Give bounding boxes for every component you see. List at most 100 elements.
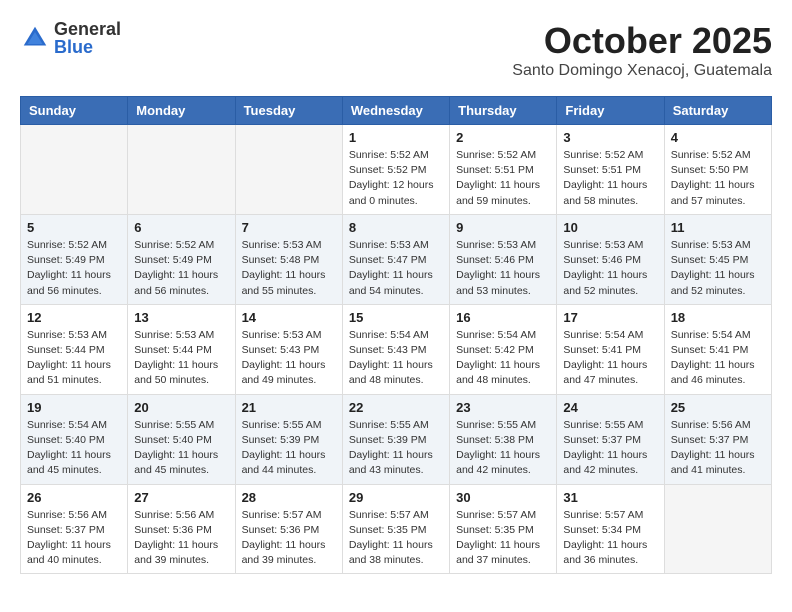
- calendar-cell: 27 Sunrise: 5:56 AM Sunset: 5:36 PM Dayli…: [128, 484, 235, 574]
- calendar-week-row: 5 Sunrise: 5:52 AM Sunset: 5:49 PM Daylig…: [21, 214, 772, 304]
- calendar-cell: 1 Sunrise: 5:52 AM Sunset: 5:52 PM Daylig…: [342, 125, 449, 215]
- calendar-week-row: 1 Sunrise: 5:52 AM Sunset: 5:52 PM Daylig…: [21, 125, 772, 215]
- day-info: Sunrise: 5:55 AM Sunset: 5:38 PM Dayligh…: [456, 418, 550, 479]
- day-number: 16: [456, 310, 550, 325]
- location-subtitle: Santo Domingo Xenacoj, Guatemala: [512, 62, 772, 80]
- day-info: Sunrise: 5:56 AM Sunset: 5:36 PM Dayligh…: [134, 508, 228, 569]
- day-info: Sunrise: 5:55 AM Sunset: 5:39 PM Dayligh…: [349, 418, 443, 479]
- logo-blue-label: Blue: [54, 38, 121, 56]
- weekday-header-monday: Monday: [128, 97, 235, 125]
- calendar-cell: 20 Sunrise: 5:55 AM Sunset: 5:40 PM Dayli…: [128, 394, 235, 484]
- calendar-cell: 16 Sunrise: 5:54 AM Sunset: 5:42 PM Dayli…: [450, 304, 557, 394]
- calendar-cell: 30 Sunrise: 5:57 AM Sunset: 5:35 PM Dayli…: [450, 484, 557, 574]
- day-info: Sunrise: 5:54 AM Sunset: 5:41 PM Dayligh…: [563, 328, 657, 389]
- calendar-cell: 4Sunrise: 5:52 AM Sunset: 5:50 PM Daylig…: [664, 125, 771, 215]
- day-number: 3: [563, 130, 657, 145]
- calendar-cell: 12 Sunrise: 5:53 AM Sunset: 5:44 PM Dayli…: [21, 304, 128, 394]
- calendar-cell: 2Sunrise: 5:52 AM Sunset: 5:51 PM Daylig…: [450, 125, 557, 215]
- day-number: 21: [242, 400, 336, 415]
- day-info: Sunrise: 5:55 AM Sunset: 5:39 PM Dayligh…: [242, 418, 336, 479]
- calendar-cell: 5 Sunrise: 5:52 AM Sunset: 5:49 PM Daylig…: [21, 214, 128, 304]
- day-info: Sunrise: 5:52 AM Sunset: 5:49 PM Dayligh…: [27, 238, 121, 299]
- day-number: 12: [27, 310, 121, 325]
- day-number: 1: [349, 130, 443, 145]
- day-number: 10: [563, 220, 657, 235]
- calendar-cell: 11Sunrise: 5:53 AM Sunset: 5:45 PM Dayli…: [664, 214, 771, 304]
- weekday-header-thursday: Thursday: [450, 97, 557, 125]
- calendar-cell: 6Sunrise: 5:52 AM Sunset: 5:49 PM Daylig…: [128, 214, 235, 304]
- weekday-header-wednesday: Wednesday: [342, 97, 449, 125]
- weekday-header-friday: Friday: [557, 97, 664, 125]
- calendar-cell: 31 Sunrise: 5:57 AM Sunset: 5:34 PM Dayli…: [557, 484, 664, 574]
- day-info: Sunrise: 5:57 AM Sunset: 5:35 PM Dayligh…: [456, 508, 550, 569]
- weekday-header-tuesday: Tuesday: [235, 97, 342, 125]
- calendar-cell: 15 Sunrise: 5:54 AM Sunset: 5:43 PM Dayli…: [342, 304, 449, 394]
- day-info: Sunrise: 5:53 AM Sunset: 5:47 PM Dayligh…: [349, 238, 443, 299]
- calendar-cell: [21, 125, 128, 215]
- day-info: Sunrise: 5:53 AM Sunset: 5:44 PM Dayligh…: [134, 328, 228, 389]
- logo: General Blue: [20, 20, 121, 56]
- day-number: 26: [27, 490, 121, 505]
- day-info: Sunrise: 5:56 AM Sunset: 5:37 PM Dayligh…: [671, 418, 765, 479]
- calendar-cell: 29 Sunrise: 5:57 AM Sunset: 5:35 PM Dayli…: [342, 484, 449, 574]
- day-number: 31: [563, 490, 657, 505]
- calendar-cell: 9 Sunrise: 5:53 AM Sunset: 5:46 PM Daylig…: [450, 214, 557, 304]
- calendar-cell: 23 Sunrise: 5:55 AM Sunset: 5:38 PM Dayli…: [450, 394, 557, 484]
- day-info: Sunrise: 5:53 AM Sunset: 5:44 PM Dayligh…: [27, 328, 121, 389]
- day-number: 15: [349, 310, 443, 325]
- day-number: 13: [134, 310, 228, 325]
- day-number: 23: [456, 400, 550, 415]
- day-number: 4: [671, 130, 765, 145]
- day-info: Sunrise: 5:57 AM Sunset: 5:35 PM Dayligh…: [349, 508, 443, 569]
- logo-icon: [20, 23, 50, 53]
- calendar-cell: 28Sunrise: 5:57 AM Sunset: 5:36 PM Dayli…: [235, 484, 342, 574]
- day-number: 14: [242, 310, 336, 325]
- calendar-week-row: 19 Sunrise: 5:54 AM Sunset: 5:40 PM Dayli…: [21, 394, 772, 484]
- day-number: 17: [563, 310, 657, 325]
- day-number: 24: [563, 400, 657, 415]
- calendar-cell: 3 Sunrise: 5:52 AM Sunset: 5:51 PM Daylig…: [557, 125, 664, 215]
- calendar-cell: 10 Sunrise: 5:53 AM Sunset: 5:46 PM Dayli…: [557, 214, 664, 304]
- day-info: Sunrise: 5:52 AM Sunset: 5:49 PM Dayligh…: [134, 238, 228, 299]
- calendar-cell: 17 Sunrise: 5:54 AM Sunset: 5:41 PM Dayli…: [557, 304, 664, 394]
- day-info: Sunrise: 5:52 AM Sunset: 5:52 PM Dayligh…: [349, 148, 443, 209]
- day-number: 27: [134, 490, 228, 505]
- day-info: Sunrise: 5:53 AM Sunset: 5:45 PM Dayligh…: [671, 238, 765, 299]
- calendar-cell: [235, 125, 342, 215]
- day-info: Sunrise: 5:53 AM Sunset: 5:43 PM Dayligh…: [242, 328, 336, 389]
- day-number: 19: [27, 400, 121, 415]
- calendar-cell: 13 Sunrise: 5:53 AM Sunset: 5:44 PM Dayli…: [128, 304, 235, 394]
- day-info: Sunrise: 5:54 AM Sunset: 5:41 PM Dayligh…: [671, 328, 765, 389]
- day-number: 8: [349, 220, 443, 235]
- day-number: 30: [456, 490, 550, 505]
- day-info: Sunrise: 5:53 AM Sunset: 5:48 PM Dayligh…: [242, 238, 336, 299]
- day-number: 7: [242, 220, 336, 235]
- calendar-cell: 18Sunrise: 5:54 AM Sunset: 5:41 PM Dayli…: [664, 304, 771, 394]
- calendar-cell: 25 Sunrise: 5:56 AM Sunset: 5:37 PM Dayli…: [664, 394, 771, 484]
- day-number: 28: [242, 490, 336, 505]
- day-info: Sunrise: 5:53 AM Sunset: 5:46 PM Dayligh…: [456, 238, 550, 299]
- calendar-body: 1 Sunrise: 5:52 AM Sunset: 5:52 PM Daylig…: [21, 125, 772, 574]
- day-info: Sunrise: 5:53 AM Sunset: 5:46 PM Dayligh…: [563, 238, 657, 299]
- day-info: Sunrise: 5:54 AM Sunset: 5:40 PM Dayligh…: [27, 418, 121, 479]
- day-number: 5: [27, 220, 121, 235]
- calendar-cell: 14 Sunrise: 5:53 AM Sunset: 5:43 PM Dayli…: [235, 304, 342, 394]
- day-info: Sunrise: 5:55 AM Sunset: 5:37 PM Dayligh…: [563, 418, 657, 479]
- day-info: Sunrise: 5:54 AM Sunset: 5:42 PM Dayligh…: [456, 328, 550, 389]
- day-number: 9: [456, 220, 550, 235]
- calendar-cell: 19 Sunrise: 5:54 AM Sunset: 5:40 PM Dayli…: [21, 394, 128, 484]
- day-info: Sunrise: 5:57 AM Sunset: 5:34 PM Dayligh…: [563, 508, 657, 569]
- day-info: Sunrise: 5:55 AM Sunset: 5:40 PM Dayligh…: [134, 418, 228, 479]
- day-info: Sunrise: 5:52 AM Sunset: 5:51 PM Dayligh…: [563, 148, 657, 209]
- calendar-cell: 24 Sunrise: 5:55 AM Sunset: 5:37 PM Dayli…: [557, 394, 664, 484]
- calendar-cell: [128, 125, 235, 215]
- day-number: 29: [349, 490, 443, 505]
- calendar-week-row: 26Sunrise: 5:56 AM Sunset: 5:37 PM Dayli…: [21, 484, 772, 574]
- day-info: Sunrise: 5:54 AM Sunset: 5:43 PM Dayligh…: [349, 328, 443, 389]
- day-number: 20: [134, 400, 228, 415]
- page-header: General Blue October 2025 Santo Domingo …: [20, 20, 772, 80]
- logo-general-label: General: [54, 20, 121, 38]
- weekday-header-saturday: Saturday: [664, 97, 771, 125]
- day-number: 25: [671, 400, 765, 415]
- calendar-cell: 22Sunrise: 5:55 AM Sunset: 5:39 PM Dayli…: [342, 394, 449, 484]
